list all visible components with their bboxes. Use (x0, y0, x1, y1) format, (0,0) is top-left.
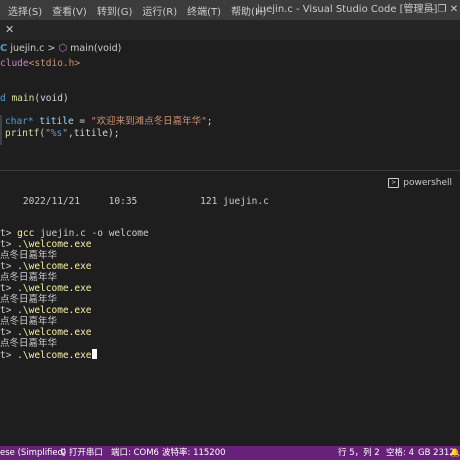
function-name: main (11, 93, 35, 104)
code-line-main: d main(void) (0, 93, 69, 104)
status-open-serial[interactable]: ♀ 打开串口 (60, 446, 103, 460)
terminal-icon: > (388, 178, 400, 188)
status-position[interactable]: 行 5，列 2 (338, 446, 380, 460)
breadcrumb-symbol[interactable]: main(void) (70, 40, 121, 58)
dir-listing-line: 2022/11/21 10:35 121 juejin.c (0, 196, 269, 207)
command-args: juejin.c -o welcome (34, 228, 149, 239)
command: .\welcome.exe (17, 283, 92, 294)
terminal-cursor (91, 349, 97, 359)
indent-guide (0, 115, 2, 145)
c-file-icon: C (0, 43, 8, 54)
terminal-line: t> .\welcome.exe (0, 305, 92, 316)
close-window-icon[interactable]: ✕ (448, 0, 460, 20)
variable-name: titile (39, 116, 74, 127)
terminal-output-line: 点冬日嘉年华 (0, 338, 58, 349)
menu-select[interactable]: 选择(S) (8, 3, 42, 18)
status-bar: ese (Simplified) ♀ 打开串口 端口: COM6 波特率: 11… (0, 446, 460, 460)
printf-call: printf (5, 128, 40, 139)
printf-args: ,titile); (67, 128, 120, 139)
include-header: <stdio.h> (28, 58, 81, 69)
prompt: t> (0, 327, 18, 338)
menu-bar: 选择(S) 查看(V) 转到(G) 运行(R) 终端(T) 帮助(H) (8, 0, 266, 20)
title-bar: 选择(S) 查看(V) 转到(G) 运行(R) 终端(T) 帮助(H) juej… (0, 0, 460, 20)
function-params: (void) (34, 93, 69, 104)
prompt: t> (0, 261, 18, 272)
terminal-line: t> .\welcome.exe (0, 283, 92, 294)
terminal-line: t> gcc juejin.c -o welcome (0, 228, 149, 239)
terminal-name: powershell (403, 178, 452, 188)
prompt: t> (0, 228, 18, 239)
breadcrumb-separator: > (47, 43, 56, 54)
prompt: t> (0, 350, 18, 361)
terminal-output-line: 点冬日嘉年华 (0, 250, 58, 261)
semicolon: ; (206, 116, 213, 127)
include-keyword: clude (0, 58, 29, 69)
tab-bar: ✕ (0, 20, 460, 40)
menu-view[interactable]: 查看(V) (52, 3, 87, 18)
status-baud[interactable]: 波特率: 115200 (162, 446, 226, 460)
bell-icon[interactable]: 🔔 (450, 446, 460, 460)
menu-terminal[interactable]: 终端(T) (187, 3, 221, 18)
assign-op: = (73, 116, 91, 127)
format-spec: %s (50, 128, 63, 139)
prompt: t> (0, 283, 18, 294)
terminal-line: t> .\welcome.exe (0, 239, 92, 250)
status-spaces[interactable]: 空格: 4 (386, 446, 414, 460)
code-line-printf: printf("%s",titile); (5, 128, 119, 139)
status-port[interactable]: 端口: COM6 (111, 446, 159, 460)
terminal-panel[interactable]: > powershell 2022/11/21 10:35 121 juejin… (0, 170, 460, 447)
terminal-output-line: 点冬日嘉年华 (0, 316, 58, 327)
prompt: t> (0, 239, 18, 250)
return-type: d (0, 93, 12, 104)
menu-run[interactable]: 运行(R) (142, 3, 177, 18)
window-controls: — ❐ ✕ (424, 0, 460, 20)
prompt: t> (0, 305, 18, 316)
terminal-output-line: 点冬日嘉年华 (0, 272, 58, 283)
status-encoding[interactable]: ese (Simplified) (0, 446, 66, 460)
command: .\welcome.exe (17, 305, 92, 316)
command: .\welcome.exe (17, 239, 92, 250)
command: gcc (17, 228, 35, 239)
tab-close-icon[interactable]: ✕ (5, 23, 14, 36)
breadcrumb: C juejin.c > ⬡ main(void) (0, 40, 121, 58)
window-title: juejin.c - Visual Studio Code [管理员] (257, 4, 438, 15)
minimize-icon[interactable]: — (424, 0, 436, 20)
breadcrumb-file[interactable]: juejin.c (10, 40, 44, 58)
command: .\welcome.exe (17, 327, 92, 338)
restore-icon[interactable]: ❐ (436, 0, 448, 20)
type-keyword: char* (5, 116, 34, 127)
string-literal: "欢迎来到滩点冬日嘉年华" (90, 116, 207, 127)
terminal-output-line: 点冬日嘉年华 (0, 294, 58, 305)
code-line-include: clude<stdio.h> (0, 58, 80, 69)
command: .\welcome.exe (17, 261, 92, 272)
function-symbol-icon: ⬡ (58, 43, 68, 54)
terminal-selector[interactable]: > powershell (388, 178, 452, 188)
terminal-line: t> .\welcome.exe (0, 327, 92, 338)
code-line-titile: char* titile = "欢迎来到滩点冬日嘉年华"; (5, 116, 213, 127)
terminal-current-line[interactable]: t> .\welcome.exe (0, 349, 97, 361)
terminal-line: t> .\welcome.exe (0, 261, 92, 272)
menu-goto[interactable]: 转到(G) (97, 3, 133, 18)
command: .\welcome.exe (17, 350, 92, 361)
